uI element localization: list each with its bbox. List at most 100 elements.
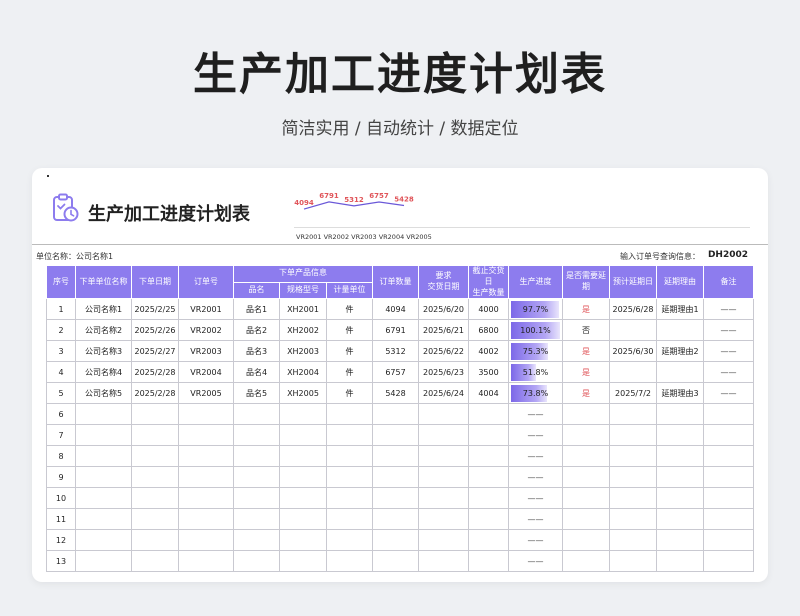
- cell-empty[interactable]: [178, 550, 234, 573]
- cell-empty[interactable]: [562, 487, 611, 510]
- cell-empty[interactable]: [656, 445, 705, 468]
- cell-unit[interactable]: 公司名称5: [75, 382, 132, 405]
- cell-measure[interactable]: 件: [325, 382, 374, 405]
- cell-date[interactable]: 2025/2/28: [131, 382, 179, 405]
- cell-progress[interactable]: 100.1%: [508, 319, 564, 342]
- cell-empty[interactable]: [279, 403, 327, 426]
- cell-empty[interactable]: [418, 550, 470, 573]
- cell-seq[interactable]: 5: [46, 382, 76, 405]
- cell-date[interactable]: 2025/2/26: [131, 319, 179, 342]
- cell-reason[interactable]: 延期理由1: [656, 298, 705, 321]
- cell-seq[interactable]: 3: [46, 340, 76, 363]
- cell-spec[interactable]: XH2004: [279, 361, 327, 384]
- cell-produced[interactable]: 4004: [468, 382, 510, 405]
- cell-empty[interactable]: [468, 508, 510, 531]
- cell-qty[interactable]: 5428: [372, 382, 420, 405]
- cell-empty[interactable]: [703, 403, 755, 426]
- cell-empty[interactable]: [131, 403, 179, 426]
- cell-empty[interactable]: [178, 487, 234, 510]
- cell-empty[interactable]: [468, 550, 510, 573]
- cell-empty[interactable]: [372, 508, 420, 531]
- cell-empty[interactable]: [325, 550, 374, 573]
- cell-produced[interactable]: ——: [508, 424, 564, 447]
- cell-empty[interactable]: [562, 529, 611, 552]
- query-input[interactable]: DH2002: [708, 250, 748, 260]
- cell-name[interactable]: 品名2: [233, 319, 280, 342]
- cell-order[interactable]: VR2005: [178, 382, 234, 405]
- cell-empty[interactable]: [372, 550, 420, 573]
- cell-empty[interactable]: [75, 403, 132, 426]
- cell-delay[interactable]: 是: [562, 340, 611, 363]
- cell-empty[interactable]: [279, 466, 327, 489]
- cell-seq[interactable]: 11: [46, 508, 76, 531]
- cell-required[interactable]: 2025/6/21: [418, 319, 470, 342]
- cell-seq[interactable]: 12: [46, 529, 76, 552]
- cell-qty[interactable]: 6791: [372, 319, 420, 342]
- cell-empty[interactable]: [75, 424, 132, 447]
- cell-measure[interactable]: 件: [325, 298, 374, 321]
- cell-empty[interactable]: [75, 529, 132, 552]
- cell-empty[interactable]: [703, 424, 755, 447]
- cell-empty[interactable]: [325, 445, 374, 468]
- cell-produced[interactable]: ——: [508, 466, 564, 489]
- cell-empty[interactable]: [609, 424, 658, 447]
- cell-produced[interactable]: ——: [508, 487, 564, 510]
- cell-empty[interactable]: [233, 403, 280, 426]
- cell-empty[interactable]: [703, 487, 755, 510]
- cell-delay[interactable]: 是: [562, 298, 611, 321]
- cell-empty[interactable]: [178, 403, 234, 426]
- cell-empty[interactable]: [418, 424, 470, 447]
- cell-measure[interactable]: 件: [325, 319, 374, 342]
- cell-empty[interactable]: [609, 445, 658, 468]
- cell-empty[interactable]: [656, 550, 705, 573]
- cell-seq[interactable]: 4: [46, 361, 76, 384]
- cell-date[interactable]: 2025/2/25: [131, 298, 179, 321]
- cell-unit[interactable]: 公司名称2: [75, 319, 132, 342]
- cell-spec[interactable]: XH2002: [279, 319, 327, 342]
- cell-empty[interactable]: [279, 445, 327, 468]
- cell-measure[interactable]: 件: [325, 340, 374, 363]
- cell-empty[interactable]: [279, 424, 327, 447]
- cell-empty[interactable]: [233, 424, 280, 447]
- cell-required[interactable]: 2025/6/22: [418, 340, 470, 363]
- cell-empty[interactable]: [233, 550, 280, 573]
- cell-note[interactable]: ——: [703, 382, 755, 405]
- cell-order[interactable]: VR2003: [178, 340, 234, 363]
- cell-empty[interactable]: [178, 445, 234, 468]
- cell-required[interactable]: 2025/6/23: [418, 361, 470, 384]
- cell-empty[interactable]: [703, 529, 755, 552]
- cell-empty[interactable]: [703, 550, 755, 573]
- cell-order[interactable]: VR2001: [178, 298, 234, 321]
- cell-empty[interactable]: [703, 445, 755, 468]
- cell-empty[interactable]: [75, 466, 132, 489]
- cell-plan[interactable]: 2025/6/30: [609, 340, 658, 363]
- cell-name[interactable]: 品名4: [233, 361, 280, 384]
- cell-seq[interactable]: 9: [46, 466, 76, 489]
- cell-empty[interactable]: [562, 508, 611, 531]
- cell-order[interactable]: VR2004: [178, 361, 234, 384]
- cell-unit[interactable]: 公司名称4: [75, 361, 132, 384]
- cell-seq[interactable]: 13: [46, 550, 76, 573]
- cell-order[interactable]: VR2002: [178, 319, 234, 342]
- cell-empty[interactable]: [562, 466, 611, 489]
- cell-empty[interactable]: [279, 508, 327, 531]
- cell-note[interactable]: ——: [703, 298, 755, 321]
- cell-seq[interactable]: 10: [46, 487, 76, 510]
- cell-name[interactable]: 品名5: [233, 382, 280, 405]
- cell-empty[interactable]: [468, 466, 510, 489]
- cell-qty[interactable]: 5312: [372, 340, 420, 363]
- cell-qty[interactable]: 4094: [372, 298, 420, 321]
- cell-empty[interactable]: [325, 508, 374, 531]
- cell-empty[interactable]: [418, 508, 470, 531]
- cell-empty[interactable]: [703, 466, 755, 489]
- cell-empty[interactable]: [233, 466, 280, 489]
- cell-empty[interactable]: [75, 508, 132, 531]
- cell-seq[interactable]: 7: [46, 424, 76, 447]
- cell-empty[interactable]: [609, 529, 658, 552]
- cell-empty[interactable]: [609, 550, 658, 573]
- cell-empty[interactable]: [609, 466, 658, 489]
- cell-empty[interactable]: [609, 487, 658, 510]
- cell-reason[interactable]: [656, 319, 705, 342]
- cell-empty[interactable]: [233, 529, 280, 552]
- cell-seq[interactable]: 1: [46, 298, 76, 321]
